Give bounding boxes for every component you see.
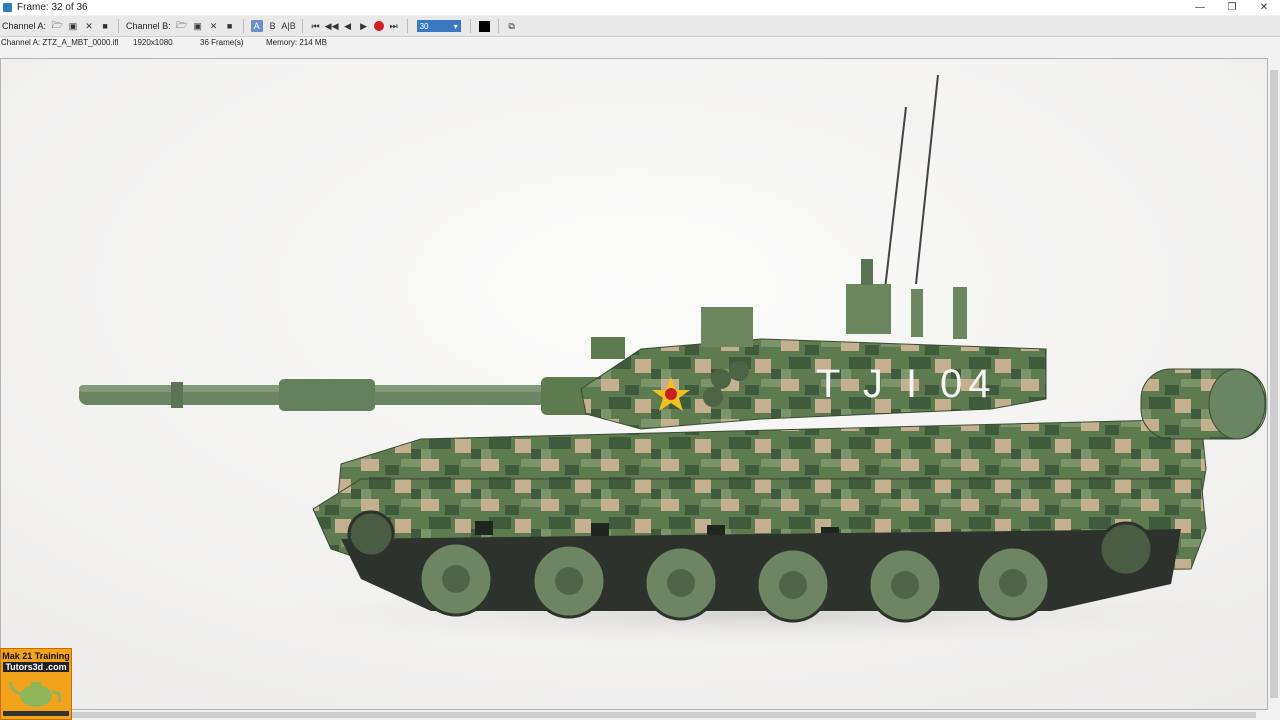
frame-select[interactable]: 30 ▾	[416, 20, 461, 32]
close-icon[interactable]: ✕	[1248, 0, 1280, 15]
toolbar-divider	[118, 19, 120, 33]
memory-usage: Memory: 214 MB	[266, 38, 327, 47]
rendered-tank-image: T J I 04	[1, 59, 1267, 709]
toolbar-divider	[497, 19, 499, 33]
save-icon[interactable]: ■	[224, 20, 236, 32]
frame-buffer-viewport: T J I 04	[0, 58, 1268, 710]
title-bar: Frame: 32 of 36 — ❐ ✕	[0, 0, 1280, 15]
channel-a-label: Channel A:	[2, 21, 47, 31]
channel-a-button[interactable]: A	[250, 20, 263, 32]
tank-marking: T J I 04	[816, 362, 997, 406]
go-to-end-icon[interactable]: ⏭	[388, 20, 400, 32]
toolbar-divider	[406, 19, 408, 33]
open-folder-icon[interactable]: 🗁	[176, 20, 188, 32]
play-icon[interactable]: ▶	[358, 20, 370, 32]
clear-icon[interactable]: ✕	[208, 20, 220, 32]
channel-b-label: Channel B:	[126, 21, 171, 31]
toolbar: Channel A: 🗁 ▣ ✕ ■ Channel B: 🗁 ▣ ✕ ■ A …	[0, 16, 1280, 37]
channel-b-button[interactable]: B	[267, 20, 279, 32]
split-ab-button[interactable]: A|B	[281, 20, 295, 32]
info-bar: Channel A: ZTZ_A_MBT_0000.ifl 1920x1080 …	[0, 37, 1280, 48]
watermark-footer	[3, 711, 69, 716]
clear-icon[interactable]: ✕	[83, 20, 95, 32]
resolution: 1920x1080	[133, 38, 173, 47]
watermark-logo: Mak 21 Training Tutors3d .com	[0, 648, 72, 720]
app-icon	[3, 3, 12, 12]
window-title: Frame: 32 of 36	[17, 2, 88, 13]
frame-value: 30	[419, 21, 429, 31]
window-controls: — ❐ ✕	[1184, 0, 1280, 15]
frame-count: 36 Frame(s)	[200, 38, 244, 47]
load-icon[interactable]: ▣	[67, 20, 79, 32]
go-to-start-icon[interactable]: ⏮	[310, 20, 322, 32]
horizontal-scrollbar[interactable]	[0, 710, 1268, 720]
step-back-icon[interactable]: ◀◀	[325, 20, 339, 32]
background-color-swatch[interactable]	[478, 20, 490, 32]
watermark-line2: Tutors3d .com	[3, 662, 69, 672]
scrollbar-thumb[interactable]	[12, 712, 1256, 718]
toolbar-divider	[242, 19, 244, 33]
chevron-down-icon: ▾	[453, 21, 458, 31]
file-name: Channel A: ZTZ_A_MBT_0000.ifl	[1, 38, 119, 47]
scrollbar-thumb[interactable]	[1270, 70, 1278, 698]
save-icon[interactable]: ■	[99, 20, 111, 32]
record-icon[interactable]	[373, 21, 384, 31]
restore-icon[interactable]: ❐	[1216, 0, 1248, 15]
watermark-line1: Mak 21 Training	[2, 651, 70, 661]
minimize-icon[interactable]: —	[1184, 0, 1216, 15]
vertical-scrollbar[interactable]	[1268, 58, 1280, 710]
toolbar-divider	[301, 19, 303, 33]
clone-window-icon[interactable]: ⧉	[506, 20, 518, 32]
toolbar-divider	[469, 19, 471, 33]
load-icon[interactable]: ▣	[192, 20, 204, 32]
open-folder-icon[interactable]: 🗁	[51, 20, 63, 32]
teapot-icon	[9, 681, 62, 707]
play-reverse-icon[interactable]: ◀	[342, 20, 354, 32]
